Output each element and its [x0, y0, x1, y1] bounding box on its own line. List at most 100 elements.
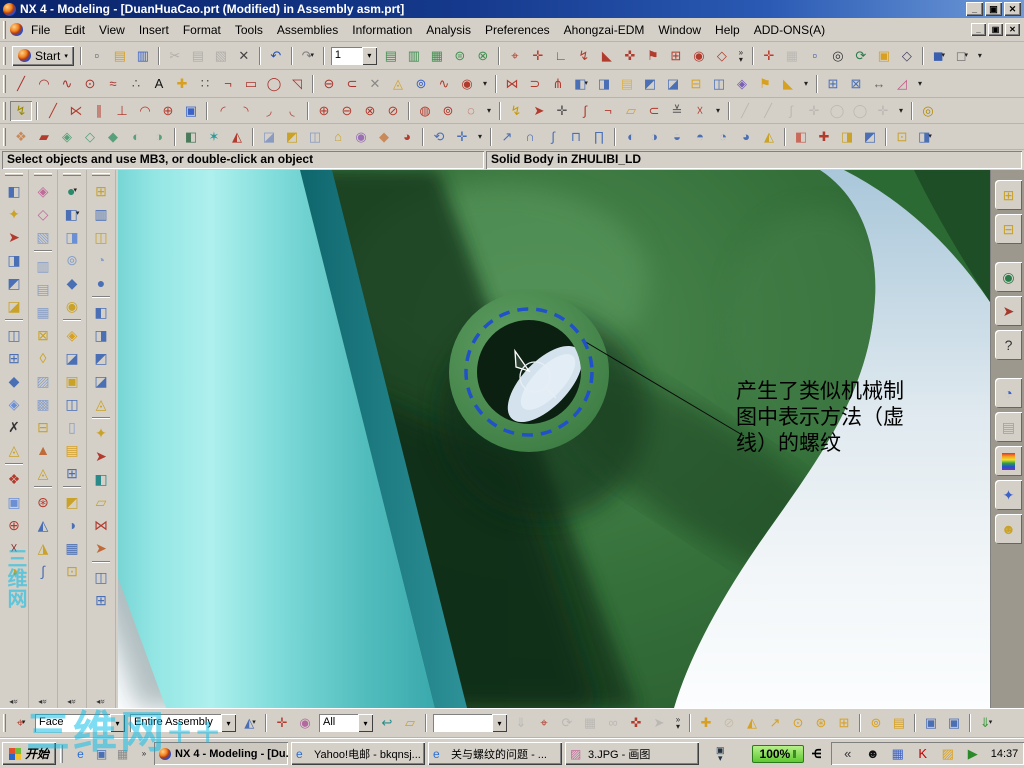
reset-filter-icon[interactable]: ↩ [376, 713, 398, 733]
extract-curve-icon[interactable]: ◉ [456, 74, 478, 94]
snap-point-combo[interactable]: All ▾ [319, 714, 373, 732]
snap-face-icon[interactable]: ▣ [180, 101, 202, 121]
boss-side-icon[interactable]: ◪ [2, 294, 26, 317]
helix-icon[interactable]: ⊚ [410, 74, 432, 94]
show-desktop-icon[interactable]: ▣ [92, 744, 111, 763]
graphics-window[interactable]: 产生了类似机械制 图中表示方法（虚 线）的螺纹 [118, 170, 990, 708]
project-curve-icon[interactable]: ⋈ [501, 74, 523, 94]
sheet-icon[interactable]: ▤ [616, 74, 638, 94]
conic-icon[interactable]: ⊂ [341, 74, 363, 94]
combine-curve-icon[interactable]: ⊃ [524, 74, 546, 94]
replace-icon[interactable]: ⊞ [833, 713, 855, 733]
draft-analysis-icon[interactable]: ◿ [891, 74, 913, 94]
through-points-icon[interactable]: ❖ [10, 127, 32, 147]
gallery-dropdown-arrow[interactable]: ▾ [474, 132, 486, 141]
offset-surface-icon[interactable]: ◪ [258, 127, 280, 147]
menu-grip[interactable] [3, 20, 6, 39]
undo-icon[interactable]: ↶ [265, 46, 287, 66]
point-icon[interactable]: ✚ [171, 74, 193, 94]
deform-icon[interactable]: ⋈ [89, 513, 113, 536]
paste-icon[interactable]: ▧ [210, 46, 232, 66]
chamfer-icon[interactable]: ◹ [286, 74, 308, 94]
block-side-icon[interactable]: ⊠ [31, 323, 55, 346]
add-component-icon[interactable]: ✚ [695, 713, 717, 733]
menu-tools[interactable]: Tools [228, 20, 270, 40]
mirror-icon[interactable]: ⊠ [845, 74, 867, 94]
start-button[interactable]: 开始 [2, 742, 57, 765]
toolbar-chevron[interactable]: ◂» [38, 697, 50, 706]
patch-side-icon[interactable]: ◑ [2, 559, 26, 582]
minimize-button[interactable]: _ [966, 2, 983, 16]
toolbar-chevron[interactable]: ◂» [67, 697, 79, 706]
information-tab[interactable]: ▤ [995, 412, 1022, 442]
datum-plane-side-icon[interactable]: ◈ [31, 179, 55, 202]
highlight-icon[interactable]: ◉ [294, 713, 316, 733]
restore-button[interactable]: ▣ [985, 2, 1002, 16]
shell-side2-icon[interactable]: ⊡ [60, 559, 84, 582]
sketch-line2-icon[interactable]: ╱ [757, 101, 779, 121]
sketch-spline-icon[interactable]: ∫ [780, 101, 802, 121]
wrap-side-icon[interactable]: ▤ [60, 438, 84, 461]
mdi-close-button[interactable]: ✕ [1005, 23, 1020, 36]
dropdown-arrow-icon[interactable]: ▾ [361, 46, 377, 65]
pocket-icon[interactable]: ◒ [666, 127, 688, 147]
part-navigator-tab[interactable]: ⊟ [995, 214, 1022, 244]
pocket-side-icon[interactable]: ◫ [2, 323, 26, 346]
toolbar-grip[interactable] [3, 127, 6, 146]
toolbar-grip[interactable] [3, 74, 6, 93]
work-part-icon[interactable]: ◭ ▾ [239, 713, 261, 733]
dropdown-arrow-icon[interactable]: ▾ [492, 714, 507, 732]
wcs-display-icon[interactable]: ✜ [619, 46, 641, 66]
menu-format[interactable]: Format [176, 20, 228, 40]
antivirus-tray-icon[interactable]: K [912, 744, 934, 764]
explode-icon[interactable]: ◬ [89, 392, 113, 415]
load-options-icon[interactable]: ⇓ ▾ [975, 713, 997, 733]
promote-side-icon[interactable]: ◉ [60, 294, 84, 317]
gallery-dropdown-arrow[interactable]: ▾ [914, 79, 926, 88]
gallery-dropdown-arrow[interactable]: ▾ [974, 51, 986, 60]
taskbar-task[interactable]: e Yahoo!电邮 - bkqnsj... [291, 742, 426, 765]
corner2-icon[interactable]: ◟ [281, 101, 303, 121]
layer-settings-icon[interactable]: ▤ [380, 46, 402, 66]
ie-quicklaunch-icon[interactable]: e [71, 744, 90, 763]
extrude-side-icon[interactable]: ◧ [2, 179, 26, 202]
delete-face-icon[interactable]: ☓ [2, 536, 26, 559]
offset-emboss-icon[interactable]: ◈ [2, 392, 26, 415]
offset-face-icon[interactable]: ◫ [60, 392, 84, 415]
layer-category-icon[interactable]: ▦ [426, 46, 448, 66]
shell-icon[interactable]: ⊡ [891, 127, 913, 147]
section-side-icon[interactable]: ◬ [31, 461, 55, 484]
draft-icon[interactable]: ∏ [588, 127, 610, 147]
toolbar-chevron[interactable]: ◂» [9, 697, 21, 706]
quick-pick-icon[interactable]: ↯ [505, 101, 527, 121]
circle-quadrant-icon[interactable]: ⊖ [336, 101, 358, 121]
subtract-icon[interactable]: ✚ [813, 127, 835, 147]
arc-center-icon[interactable]: ⊚ [437, 101, 459, 121]
wave-link-icon[interactable]: ● [89, 271, 113, 294]
pad-side-icon[interactable]: ⊞ [2, 346, 26, 369]
mirror-assembly-icon[interactable]: ◭ [741, 713, 763, 733]
section-surface-icon[interactable]: ◆ [102, 127, 124, 147]
chamfer-feature-icon[interactable]: ⊓ [565, 127, 587, 147]
clearance-icon[interactable]: ◧ [89, 467, 113, 490]
quilt-side-icon[interactable]: ⊞ [60, 461, 84, 484]
swept-side-icon[interactable]: ▨ [31, 369, 55, 392]
primitive-menu-icon[interactable]: ● ▾ [60, 179, 84, 202]
emboss-side-icon[interactable]: ◆ [2, 369, 26, 392]
assembly-constraints-icon[interactable]: ⊞ [89, 179, 113, 202]
corner3-icon[interactable]: ¬ [597, 101, 619, 121]
fit-view-icon[interactable]: ✛ [758, 46, 780, 66]
text-icon[interactable]: A [148, 74, 170, 94]
snap-intersection-icon[interactable]: ⊕ [157, 101, 179, 121]
fill-icon[interactable]: ◆ [373, 127, 395, 147]
input-method-tray-icon[interactable]: ▶ [962, 744, 984, 764]
gallery-dropdown-arrow[interactable]: ▾ [800, 79, 812, 88]
gallery-dropdown-arrow[interactable]: ▾ [712, 106, 724, 115]
sketch-cross-icon[interactable]: ✛ [872, 101, 894, 121]
sequence-icon[interactable]: ✦ [89, 421, 113, 444]
qq-tray-icon[interactable]: ☻ [862, 744, 884, 764]
mate-icon[interactable]: ◩ [89, 346, 113, 369]
unite-side-icon[interactable]: ◨ [60, 225, 84, 248]
menu-preferences[interactable]: Preferences [478, 20, 557, 40]
menu-view[interactable]: View [92, 20, 132, 40]
